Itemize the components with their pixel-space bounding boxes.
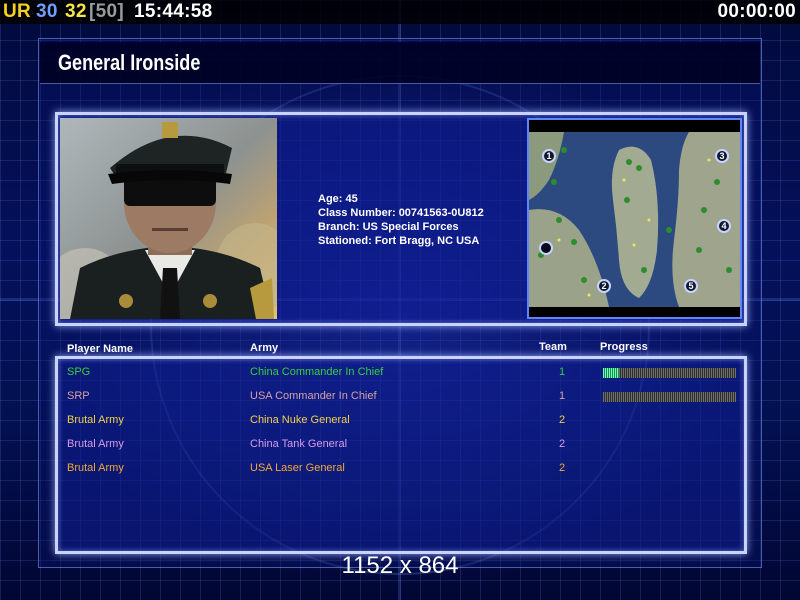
general-portrait <box>60 118 277 319</box>
player-army: China Tank General <box>250 438 348 450</box>
loading-screen: UR 30 32 [50] 15:44:58 00:00:00 General … <box>0 0 800 600</box>
player-name: Brutal Army <box>67 414 124 426</box>
player-team: 1 <box>559 366 566 378</box>
ur-value-1: 30 <box>36 1 58 22</box>
player-team: 2 <box>559 414 566 426</box>
minimap-image <box>529 120 740 317</box>
general-portrait-image <box>60 118 277 319</box>
player-progress-bar <box>603 368 736 378</box>
player-team: 1 <box>559 390 566 402</box>
map-start-marker: 2 <box>597 279 611 293</box>
player-army: USA Commander In Chief <box>250 390 377 402</box>
resolution-label: 1152 x 864 <box>341 552 459 579</box>
player-name: SPG <box>67 366 91 378</box>
minimap: 1 2 3 4 5 <box>527 118 742 319</box>
ur-value-2: 32 <box>65 1 87 22</box>
players-panel <box>55 356 747 554</box>
status-bar: UR 30 32 [50] 15:44:58 00:00:00 <box>0 0 800 24</box>
player-progress-bar <box>603 392 736 402</box>
player-army: USA Laser General <box>250 462 345 474</box>
game-timer: 00:00:00 <box>717 1 796 22</box>
map-start-marker: 5 <box>684 279 698 293</box>
column-header-team: Team <box>539 341 567 353</box>
general-bio: Age: 45 Class Number: 00741563-0U812 Bra… <box>318 192 484 248</box>
map-start-marker <box>539 241 553 255</box>
page-title: General Ironside <box>58 50 201 75</box>
column-header-army: Army <box>250 342 279 354</box>
player-name: SRP <box>67 390 90 402</box>
bio-class-number: Class Number: 00741563-0U812 <box>318 207 484 219</box>
column-header-progress: Progress <box>600 341 648 353</box>
map-start-marker: 1 <box>542 149 556 163</box>
map-start-marker: 4 <box>717 219 731 233</box>
bio-age: Age: 45 <box>318 193 358 205</box>
player-team: 2 <box>559 462 566 474</box>
bio-branch: Branch: US Special Forces <box>318 221 459 233</box>
ur-label: UR <box>3 1 32 22</box>
player-army: China Commander In Chief <box>250 366 384 378</box>
column-header-player: Player Name <box>67 343 134 355</box>
player-army: China Nuke General <box>250 414 350 426</box>
title-bar: General Ironside <box>40 42 760 84</box>
map-start-marker: 3 <box>715 149 729 163</box>
player-name: Brutal Army <box>67 438 124 450</box>
player-name: Brutal Army <box>67 462 124 474</box>
system-clock: 15:44:58 <box>134 1 213 22</box>
player-progress-fill <box>603 368 619 378</box>
ur-value-3: [50] <box>89 1 124 22</box>
bio-stationed: Stationed: Fort Bragg, NC USA <box>318 235 480 247</box>
player-team: 2 <box>559 438 566 450</box>
